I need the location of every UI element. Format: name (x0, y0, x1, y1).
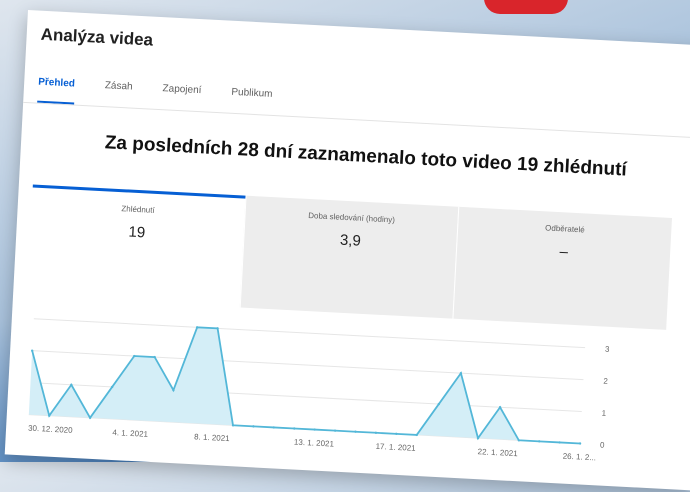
video-analytics-card: Analýza videa Přehled Zásah Zapojení Pub… (4, 10, 690, 491)
background-red-shape (484, 0, 568, 14)
tab-engagement[interactable]: Zapojení (161, 83, 201, 111)
metric-watch-time-label: Doba sledování (hodiny) (308, 210, 396, 225)
metric-subscribers-label: Odběratelé (544, 223, 585, 235)
views-chart: 0 1 2 3 30. 12. 2020 4. 1. 2021 8. 1. 2021 13. … (19, 306, 666, 489)
gridline (32, 350, 584, 381)
x-tick-label: 17. 1. 2021 (375, 442, 416, 453)
x-tick-label: 30. 12. 2020 (28, 424, 73, 435)
y-tick-label: 0 (600, 441, 605, 450)
metric-watch-time-value: 3,9 (339, 231, 362, 250)
x-tick-label: 4. 1. 2021 (112, 428, 149, 439)
page-title: Analýza videa (40, 24, 154, 50)
x-tick-label: 26. 1. 2... (562, 452, 596, 463)
views-chart-svg: 0 1 2 3 30. 12. 2020 4. 1. 2021 8. 1. 2021 13. … (28, 318, 610, 463)
metric-views-value: 19 (128, 223, 146, 242)
y-tick-label: 1 (601, 409, 606, 418)
metric-watch-time[interactable]: Doba sledování (hodiny) 3,9 (239, 195, 459, 319)
y-tick-label: 2 (603, 377, 608, 386)
gridline (33, 318, 586, 349)
x-tick-label: 13. 1. 2021 (294, 438, 335, 449)
metric-views[interactable]: Zhlédnutí 19 (27, 184, 246, 308)
y-tick-label: 3 (605, 345, 610, 354)
tab-audience[interactable]: Publikum (230, 87, 273, 115)
x-tick-label: 22. 1. 2021 (477, 447, 518, 458)
metric-views-label: Zhlédnutí (121, 204, 155, 215)
x-tick-label: 8. 1. 2021 (194, 432, 231, 443)
summary-headline: Za posledních 28 dní zaznamenalo toto vi… (104, 132, 628, 181)
series-area (28, 327, 581, 444)
metric-subscribers-value: – (559, 243, 569, 261)
tab-overview[interactable]: Přehled (37, 77, 75, 105)
tab-bar: Přehled Zásah Zapojení Publikum (37, 77, 677, 136)
metric-cards: Zhlédnutí 19 Doba sledování (hodiny) 3,9… (27, 184, 673, 330)
metric-subscribers[interactable]: Odběratelé – (452, 206, 673, 330)
tab-reach[interactable]: Zásah (104, 80, 133, 107)
